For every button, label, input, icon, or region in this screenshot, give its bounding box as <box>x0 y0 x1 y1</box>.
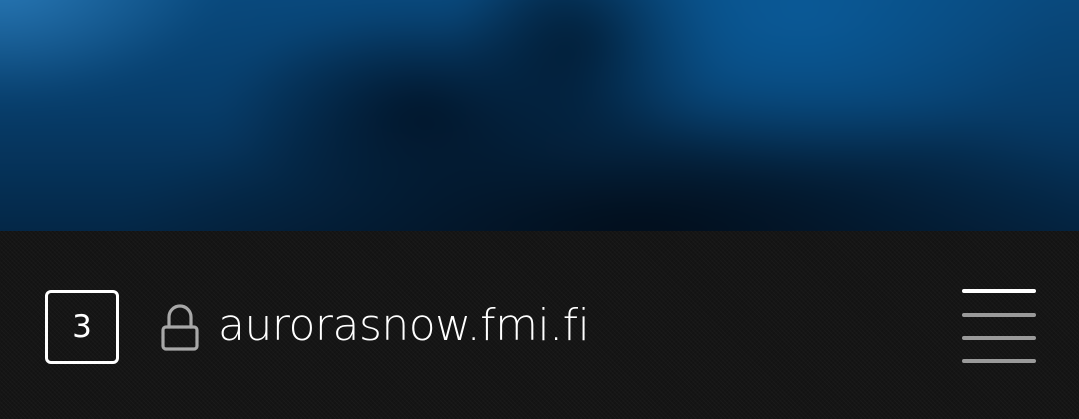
tab-counter-button[interactable]: 3 <box>45 290 119 364</box>
menu-line <box>962 359 1036 363</box>
page-content-background <box>0 0 1079 231</box>
menu-line <box>962 336 1036 340</box>
browser-screen: 3 aurorasnow.fmi.fi <box>0 0 1079 419</box>
menu-line <box>962 289 1036 293</box>
address-bar[interactable]: aurorasnow.fmi.fi <box>160 296 590 356</box>
lock-icon[interactable] <box>160 300 200 352</box>
menu-line <box>962 313 1036 317</box>
browser-toolbar: 3 aurorasnow.fmi.fi <box>0 231 1079 419</box>
hamburger-menu-icon[interactable] <box>958 283 1038 367</box>
url-text[interactable]: aurorasnow.fmi.fi <box>218 304 590 348</box>
blurred-sky-image <box>0 0 1079 231</box>
